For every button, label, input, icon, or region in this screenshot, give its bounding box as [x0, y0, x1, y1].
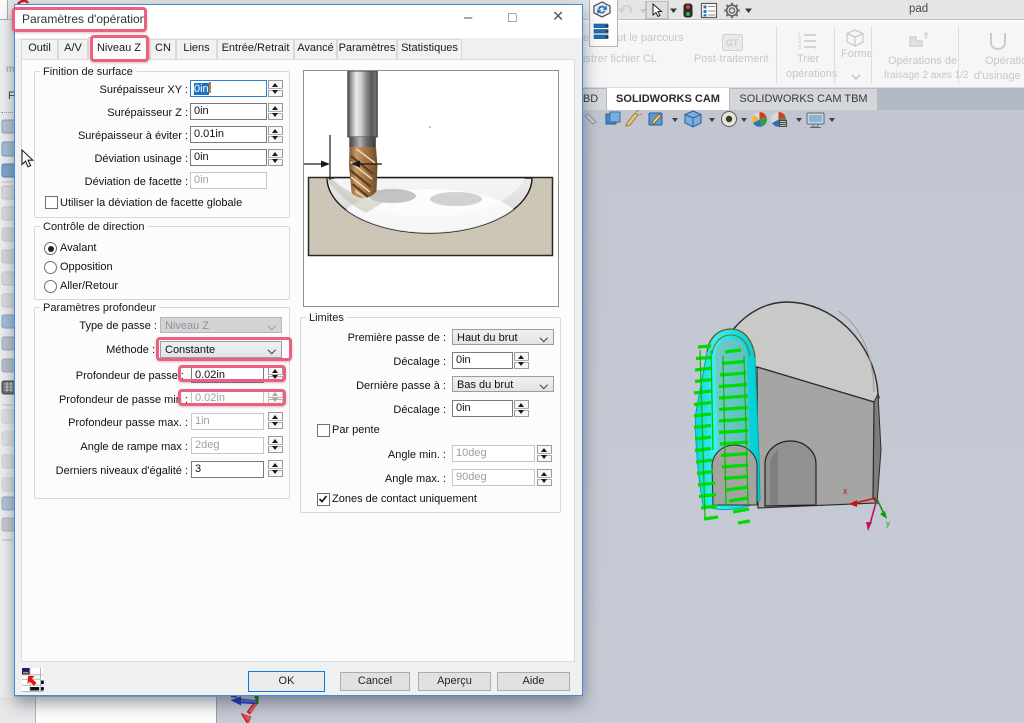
- svg-text:3: 3: [798, 45, 802, 50]
- svg-text:GT: GT: [726, 38, 739, 48]
- svg-text:y: y: [886, 519, 890, 528]
- svg-text:x: x: [843, 486, 848, 496]
